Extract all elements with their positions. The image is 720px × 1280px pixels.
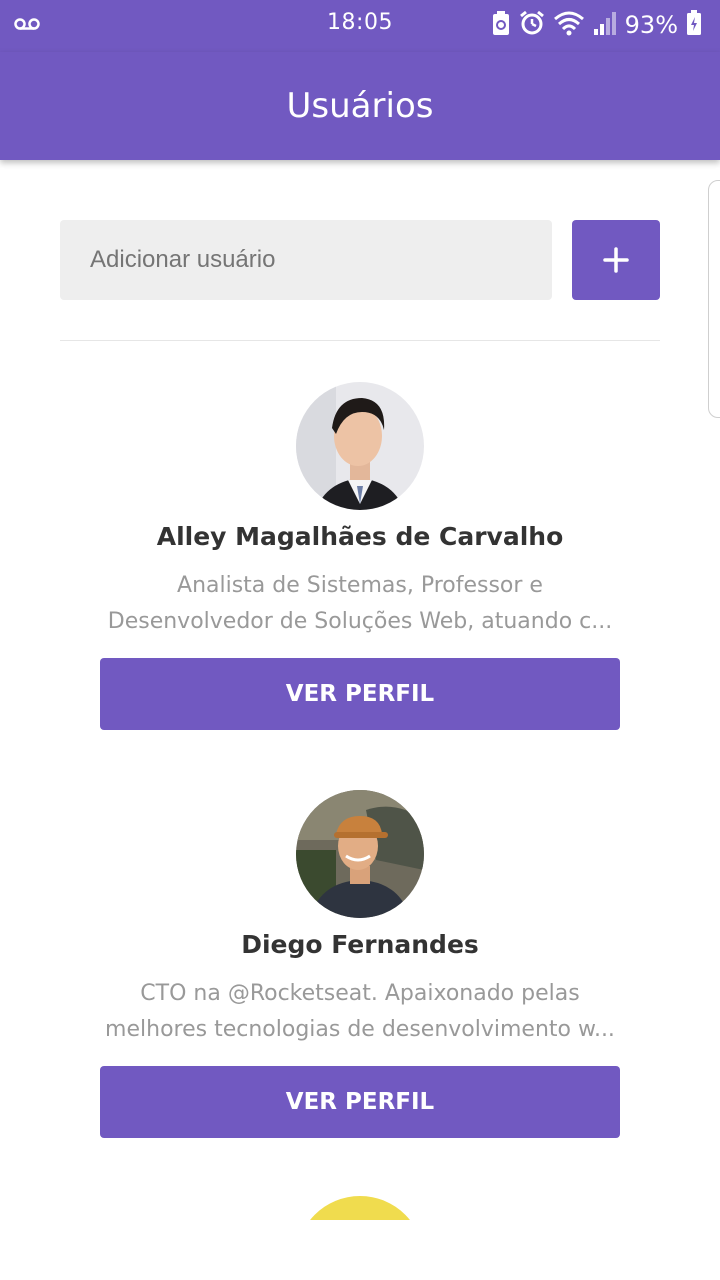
avatar xyxy=(296,382,424,510)
alarm-icon xyxy=(519,10,545,40)
divider xyxy=(60,340,660,341)
wifi-icon xyxy=(553,10,585,40)
user-bio: Analista de Sistemas, Professor e Desenv… xyxy=(100,568,620,640)
app-bar: Usuários xyxy=(0,52,720,160)
user-bio: CTO na @Rocketseat. Apaixonado pelas mel… xyxy=(100,976,620,1048)
user-bio-line: Desenvolvedor de Soluções Web, atuando c… xyxy=(107,609,613,634)
plus-icon xyxy=(603,247,629,273)
add-user-input[interactable] xyxy=(60,220,552,300)
battery-percent: 93% xyxy=(624,11,678,39)
user-name: Diego Fernandes xyxy=(241,930,479,959)
view-profile-button[interactable]: VER PERFIL xyxy=(100,658,620,730)
user-bio-line: melhores tecnologias de desenvolvimento … xyxy=(105,1017,615,1042)
add-user-button[interactable] xyxy=(572,220,660,300)
avatar xyxy=(296,790,424,918)
view-profile-button[interactable]: VER PERFIL xyxy=(100,1066,620,1138)
status-bar: 18:05 93% xyxy=(0,0,720,52)
battery-saver-icon xyxy=(491,10,511,40)
battery-icon xyxy=(686,10,702,40)
scrollbar[interactable] xyxy=(708,180,720,418)
user-bio-line: CTO na @Rocketseat. Apaixonado pelas xyxy=(140,981,580,1006)
user-bio-line: Analista de Sistemas, Professor e xyxy=(177,573,543,598)
signal-icon xyxy=(593,10,617,40)
avatar xyxy=(296,1196,424,1220)
user-name: Alley Magalhães de Carvalho xyxy=(156,522,564,551)
page-title: Usuários xyxy=(286,86,434,126)
